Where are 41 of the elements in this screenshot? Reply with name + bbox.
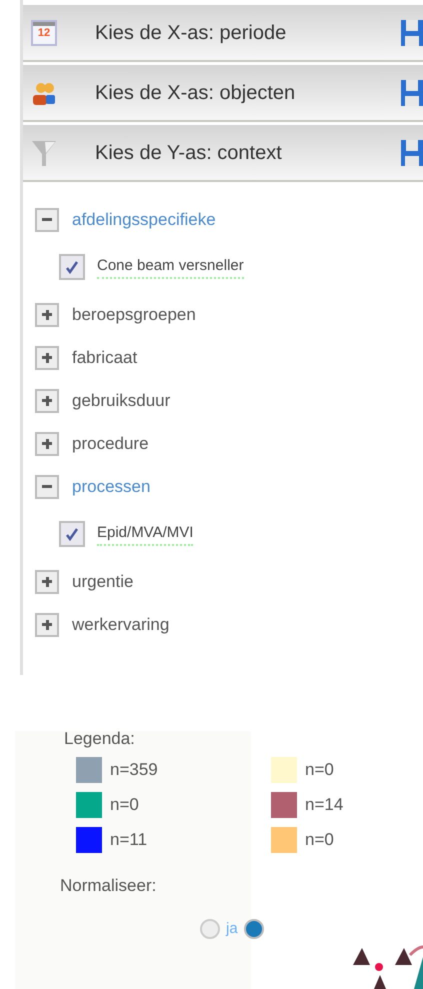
tree-item[interactable]: processen [72, 474, 150, 500]
normalize-label: Normaliseer: [60, 874, 158, 896]
legend-label: n=14 [305, 794, 344, 816]
collapse-toggle[interactable] [35, 474, 59, 498]
tree-item[interactable]: gebruiksduur [72, 388, 170, 414]
tree-item[interactable]: werkervaring [72, 612, 170, 638]
expand-toggle[interactable] [35, 302, 59, 326]
legend-label: n=359 [110, 758, 158, 781]
expand-toggle[interactable] [35, 388, 59, 412]
checkbox[interactable] [59, 254, 85, 280]
checkbox-label: Cone beam versneller [97, 254, 244, 280]
panel-header[interactable]: Kies de X-as: objecten [23, 65, 423, 122]
tree-item[interactable]: fabricaat [72, 344, 138, 370]
collapse-toggle[interactable] [35, 208, 59, 232]
checkbox[interactable] [59, 521, 85, 547]
panel-header[interactable]: Kies de Y-as: context [23, 125, 423, 182]
save-icon[interactable] [401, 80, 423, 106]
checkbox-label: Epid/MVA/MVI [97, 522, 194, 546]
legend-label: n=11 [110, 828, 148, 851]
panel-title: Kies de Y-as: context [95, 140, 282, 166]
legend-label: n=0 [110, 794, 139, 816]
expand-toggle[interactable] [35, 346, 59, 370]
expand-toggle[interactable] [35, 612, 59, 636]
tree-item[interactable]: afdelingsspecifieke [72, 206, 216, 232]
legend-label: n=0 [305, 828, 334, 851]
expand-toggle[interactable] [35, 432, 59, 456]
legend-title: Legenda: [64, 728, 136, 750]
expand-toggle[interactable] [35, 570, 59, 594]
panel-title: Kies de X-as: objecten [95, 80, 296, 106]
checkmark-icon [65, 527, 79, 541]
panel-title: Kies de X-as: periode [95, 20, 286, 46]
panel-header[interactable]: 12 Kies de X-as: periode [23, 5, 423, 62]
tree-item[interactable]: urgentie [72, 568, 134, 594]
funnel-icon [31, 138, 57, 166]
calendar-day: 12 [38, 28, 50, 38]
legend-label: n=0 [305, 758, 334, 781]
tree-item[interactable]: beroepsgroepen [72, 302, 196, 328]
save-icon[interactable] [401, 140, 423, 166]
save-icon[interactable] [401, 20, 423, 46]
checkmark-icon [65, 260, 79, 274]
tree-item[interactable]: procedure [72, 430, 149, 456]
